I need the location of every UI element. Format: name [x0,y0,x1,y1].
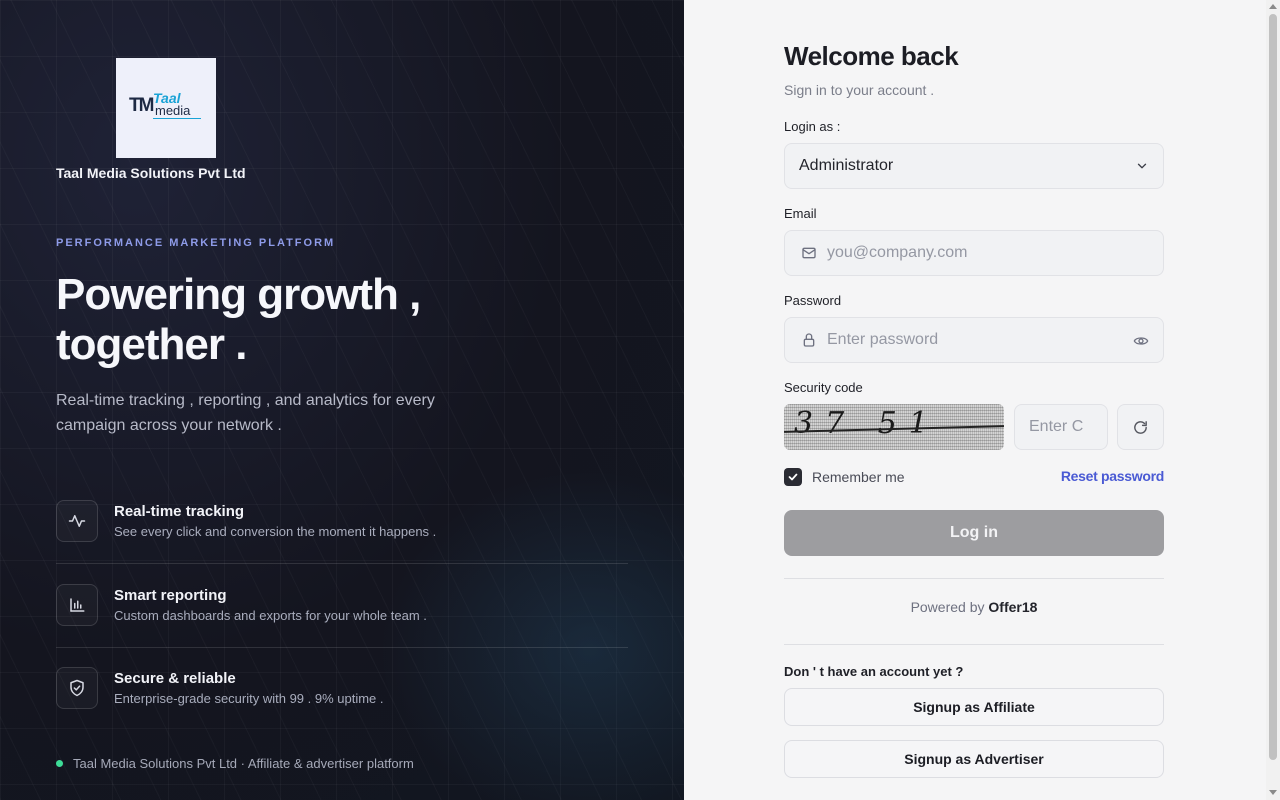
feature-realtime-tracking: Real-time tracking See every click and c… [56,500,628,584]
feature-smart-reporting: Smart reporting Custom dashboards and ex… [56,584,628,668]
headline-line-2: together . [56,320,247,369]
feature-description: See every click and conversion the momen… [114,524,437,539]
feature-title: Real-time tracking [114,503,245,520]
form-subtitle: Sign in to your account . [784,82,935,98]
login-panel: Welcome back Sign in to your account . L… [684,0,1266,800]
feature-title: Smart reporting [114,587,227,604]
remember-label: Remember me [812,469,905,485]
login-button[interactable]: Log in [784,510,1164,556]
feature-title: Secure & reliable [114,670,236,687]
login-as-label: Login as : [784,119,841,134]
refresh-captcha-button[interactable] [1117,404,1164,450]
brand-panel: TM Taal media Taal Media Solutions Pvt L… [0,0,684,800]
shield-check-icon [56,667,98,709]
logo-text-bottom: media [155,103,191,118]
powered-brand: Offer18 [988,599,1038,615]
feature-description: Enterprise-grade security with 99 . 9% u… [114,691,384,706]
login-as-value: Administrator [799,157,894,174]
no-account-text: Don ' t have an account yet ? [784,664,964,679]
scrollbar[interactable] [1266,0,1280,800]
divider [784,578,1164,579]
lock-icon [801,332,817,348]
brand-footer-text: Taal Media Solutions Pvt Ltd · Affiliate… [73,756,414,771]
login-as-select[interactable]: Administrator [784,143,1164,189]
scrollbar-thumb[interactable] [1269,14,1277,760]
headline-line-1: Powering growth , [56,270,421,319]
password-placeholder: Enter password [827,331,939,348]
signup-advertiser-button[interactable]: Signup as Advertiser [784,740,1164,778]
feature-description: Custom dashboards and exports for your w… [114,608,427,623]
powered-by: Powered by Offer18 [784,599,1164,615]
activity-icon [56,500,98,542]
password-label: Password [784,293,842,308]
logo-underline [153,118,201,119]
security-code-label: Security code [784,380,863,395]
lede-text: Real-time tracking , reporting , and ana… [56,392,435,434]
feature-secure-reliable: Secure & reliable Enterprise-grade secur… [56,667,628,751]
email-field[interactable]: you@company.com [784,230,1164,276]
scroll-up-arrow-icon[interactable] [1269,4,1277,9]
security-code-placeholder: Enter C [1029,418,1084,435]
mail-icon [801,245,817,261]
eye-icon[interactable] [1133,333,1149,349]
brand-footer: Taal Media Solutions Pvt Ltd · Affiliate… [56,756,414,771]
logo-mark: TM [129,95,154,116]
headline: Powering growth , together . [56,270,476,370]
refresh-icon [1132,419,1149,436]
reset-password-link[interactable]: Reset password [1061,468,1164,484]
scroll-down-arrow-icon[interactable] [1269,790,1277,795]
status-dot [56,760,63,767]
eyebrow-text: PERFORMANCE MARKETING PLATFORM [56,237,336,249]
remember-checkbox[interactable] [784,468,802,486]
security-code-input[interactable]: Enter C [1014,404,1108,450]
captcha-image: 37 51 [784,404,1004,450]
captcha-text: 37 51 [794,406,940,441]
remember-me[interactable]: Remember me [784,468,905,486]
powered-prefix: Powered by [910,599,985,615]
feature-divider [56,647,628,648]
email-label: Email [784,206,817,221]
feature-divider [56,563,628,564]
email-placeholder: you@company.com [827,244,968,261]
form-title: Welcome back [784,41,959,71]
bar-chart-icon [56,584,98,626]
company-name: Taal Media Solutions Pvt Ltd [56,165,246,181]
signup-affiliate-button[interactable]: Signup as Affiliate [784,688,1164,726]
password-field[interactable]: Enter password [784,317,1164,363]
divider [784,644,1164,645]
chevron-down-icon [1135,159,1149,173]
company-logo: TM Taal media [116,58,216,158]
